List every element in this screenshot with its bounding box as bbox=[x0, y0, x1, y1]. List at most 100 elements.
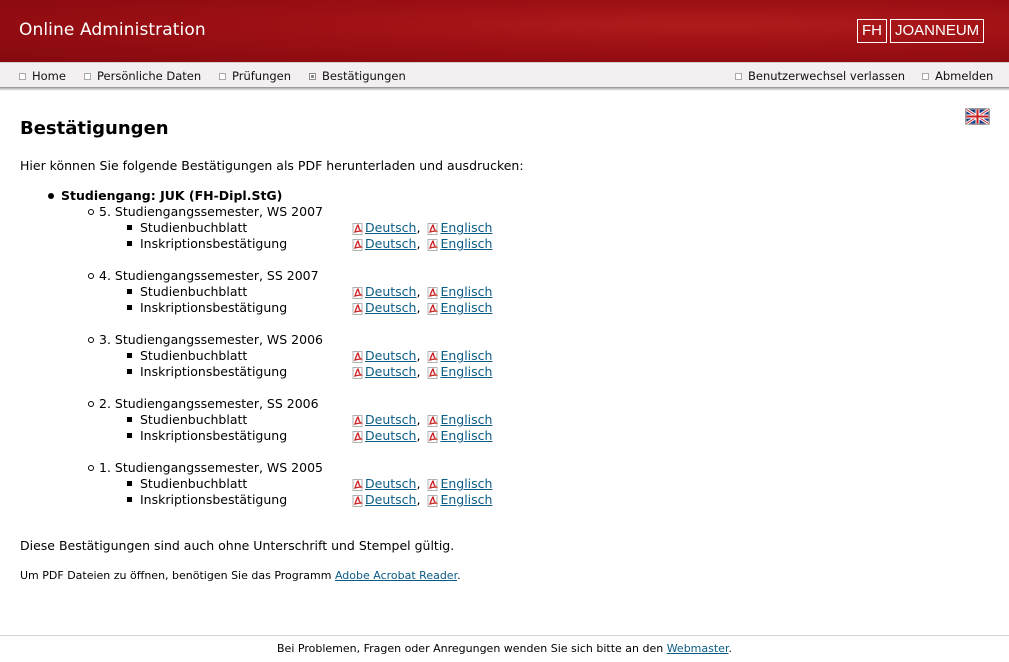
pdf-icon bbox=[352, 476, 365, 492]
pdf-icon bbox=[352, 220, 365, 236]
nav-item-home[interactable]: Home bbox=[19, 69, 66, 83]
nav-item-label: Benutzerwechsel verlassen bbox=[748, 69, 906, 83]
pdf-icon bbox=[352, 300, 365, 316]
link-separator: , bbox=[416, 428, 421, 443]
link-separator: , bbox=[416, 220, 421, 235]
validity-note: Diese Bestätigungen sind auch ohne Unter… bbox=[20, 538, 455, 553]
download-english-link[interactable]: Englisch bbox=[440, 348, 492, 364]
footer-divider bbox=[0, 635, 1009, 636]
download-english-link[interactable]: Englisch bbox=[440, 428, 492, 444]
pdf-icon bbox=[352, 348, 365, 364]
app-header: Online Administration FH JOANNEUM bbox=[0, 0, 1009, 62]
footer-suffix: . bbox=[728, 642, 732, 655]
download-german-link[interactable]: Deutsch bbox=[365, 348, 416, 364]
link-separator: , bbox=[416, 236, 421, 251]
nav-item-abmelden[interactable]: Abmelden bbox=[922, 69, 993, 83]
pdf-note-suffix: . bbox=[457, 569, 461, 582]
app-title: Online Administration bbox=[19, 20, 206, 40]
download-german-link[interactable]: Deutsch bbox=[365, 236, 416, 252]
download-german-link[interactable]: Deutsch bbox=[365, 364, 416, 380]
fh-joanneum-logo[interactable]: FH JOANNEUM bbox=[857, 19, 985, 43]
download-german-link[interactable]: Deutsch bbox=[365, 284, 416, 300]
pdf-icon bbox=[427, 492, 440, 508]
nav-item-label: Bestätigungen bbox=[322, 69, 406, 83]
nav-shadow bbox=[0, 87, 1009, 91]
document-name: Inskriptionsbestätigung bbox=[140, 236, 288, 251]
link-separator: , bbox=[416, 348, 421, 363]
bullet-square-icon bbox=[127, 289, 132, 294]
semester-title: 4. Studiengangssemester, SS 2007 bbox=[86, 268, 319, 284]
logo-joanneum: JOANNEUM bbox=[890, 19, 985, 43]
link-separator: , bbox=[416, 476, 421, 491]
download-english-link[interactable]: Englisch bbox=[440, 300, 492, 316]
bullet-square-icon bbox=[127, 353, 132, 358]
pdf-icon bbox=[427, 364, 440, 380]
semester-title-text: 2. Studiengangssemester, SS 2006 bbox=[99, 396, 319, 411]
download-links: Deutsch, Englisch bbox=[352, 476, 492, 492]
bullet-square-icon bbox=[127, 497, 132, 502]
pdf-icon bbox=[352, 236, 365, 252]
nav-item-persoenliche-daten[interactable]: Persönliche Daten bbox=[84, 69, 201, 83]
download-english-link[interactable]: Englisch bbox=[440, 492, 492, 508]
program-item: Studiengang: JUK (FH-Dipl.StG) bbox=[45, 188, 282, 203]
bullet-square-icon bbox=[127, 225, 132, 230]
logo-fh: FH bbox=[857, 19, 887, 43]
nav-bar: Home Persönliche Daten Prüfungen Bestäti… bbox=[0, 62, 1009, 87]
pdf-icon bbox=[427, 220, 440, 236]
pdf-icon bbox=[352, 284, 365, 300]
uk-flag-icon[interactable] bbox=[965, 108, 990, 125]
link-separator: , bbox=[416, 300, 421, 315]
pdf-icon bbox=[352, 412, 365, 428]
download-german-link[interactable]: Deutsch bbox=[365, 476, 416, 492]
download-german-link[interactable]: Deutsch bbox=[365, 220, 416, 236]
pdf-note-prefix: Um PDF Dateien zu öffnen, benötigen Sie … bbox=[20, 569, 335, 582]
pdf-icon bbox=[427, 348, 440, 364]
download-links: Deutsch, Englisch bbox=[352, 284, 492, 300]
download-english-link[interactable]: Englisch bbox=[440, 412, 492, 428]
acrobat-reader-link[interactable]: Adobe Acrobat Reader bbox=[335, 569, 457, 582]
bullet-square-icon bbox=[127, 369, 132, 374]
nav-item-bestaetigungen[interactable]: Bestätigungen bbox=[309, 69, 406, 83]
download-german-link[interactable]: Deutsch bbox=[365, 300, 416, 316]
download-german-link[interactable]: Deutsch bbox=[365, 492, 416, 508]
download-links: Deutsch, Englisch bbox=[352, 236, 492, 252]
nav-square-active-icon bbox=[309, 72, 316, 80]
page-title: Bestätigungen bbox=[20, 118, 169, 139]
pdf-icon bbox=[427, 300, 440, 316]
document-name: Inskriptionsbestätigung bbox=[140, 300, 288, 315]
download-german-link[interactable]: Deutsch bbox=[365, 428, 416, 444]
download-german-link[interactable]: Deutsch bbox=[365, 412, 416, 428]
download-links: Deutsch, Englisch bbox=[352, 492, 492, 508]
bullet-circle-icon bbox=[88, 464, 94, 471]
nav-item-benutzerwechsel-verlassen[interactable]: Benutzerwechsel verlassen bbox=[735, 69, 905, 83]
download-links: Deutsch, Englisch bbox=[352, 412, 492, 428]
document-row: Studienbuchblatt Deutsch, Englisch bbox=[86, 348, 492, 364]
document-name: Studienbuchblatt bbox=[140, 412, 248, 427]
pdf-icon bbox=[427, 412, 440, 428]
bullet-circle-icon bbox=[88, 208, 94, 215]
download-english-link[interactable]: Englisch bbox=[440, 364, 492, 380]
download-english-link[interactable]: Englisch bbox=[440, 476, 492, 492]
download-english-link[interactable]: Englisch bbox=[440, 284, 492, 300]
webmaster-link[interactable]: Webmaster bbox=[667, 642, 729, 655]
document-name: Inskriptionsbestätigung bbox=[140, 428, 288, 443]
semester-item: 3. Studiengangssemester, WS 2006 Studienb… bbox=[86, 332, 492, 380]
nav-item-label: Abmelden bbox=[935, 69, 994, 83]
document-row: Studienbuchblatt Deutsch, Englisch bbox=[86, 412, 492, 428]
semester-title-text: 4. Studiengangssemester, SS 2007 bbox=[99, 268, 319, 283]
bullet-circle-icon bbox=[88, 336, 94, 343]
pdf-icon bbox=[427, 428, 440, 444]
footer-text: Bei Problemen, Fragen oder Anregungen we… bbox=[277, 642, 667, 655]
document-row: Inskriptionsbestätigung Deutsch, Englisch bbox=[86, 492, 492, 508]
document-row: Inskriptionsbestätigung Deutsch, Englisch bbox=[86, 428, 492, 444]
bullet-square-icon bbox=[127, 241, 132, 246]
semester-title: 1. Studiengangssemester, WS 2005 bbox=[86, 460, 323, 476]
intro-text: Hier können Sie folgende Bestätigungen a… bbox=[20, 158, 524, 173]
link-separator: , bbox=[416, 492, 421, 507]
pdf-reader-note: Um PDF Dateien zu öffnen, benötigen Sie … bbox=[20, 569, 461, 582]
download-english-link[interactable]: Englisch bbox=[440, 236, 492, 252]
download-english-link[interactable]: Englisch bbox=[440, 220, 492, 236]
semester-item: 4. Studiengangssemester, SS 2007 Studienb… bbox=[86, 268, 492, 316]
nav-item-pruefungen[interactable]: Prüfungen bbox=[219, 69, 291, 83]
document-row: Studienbuchblatt Deutsch, Englisch bbox=[86, 220, 492, 236]
